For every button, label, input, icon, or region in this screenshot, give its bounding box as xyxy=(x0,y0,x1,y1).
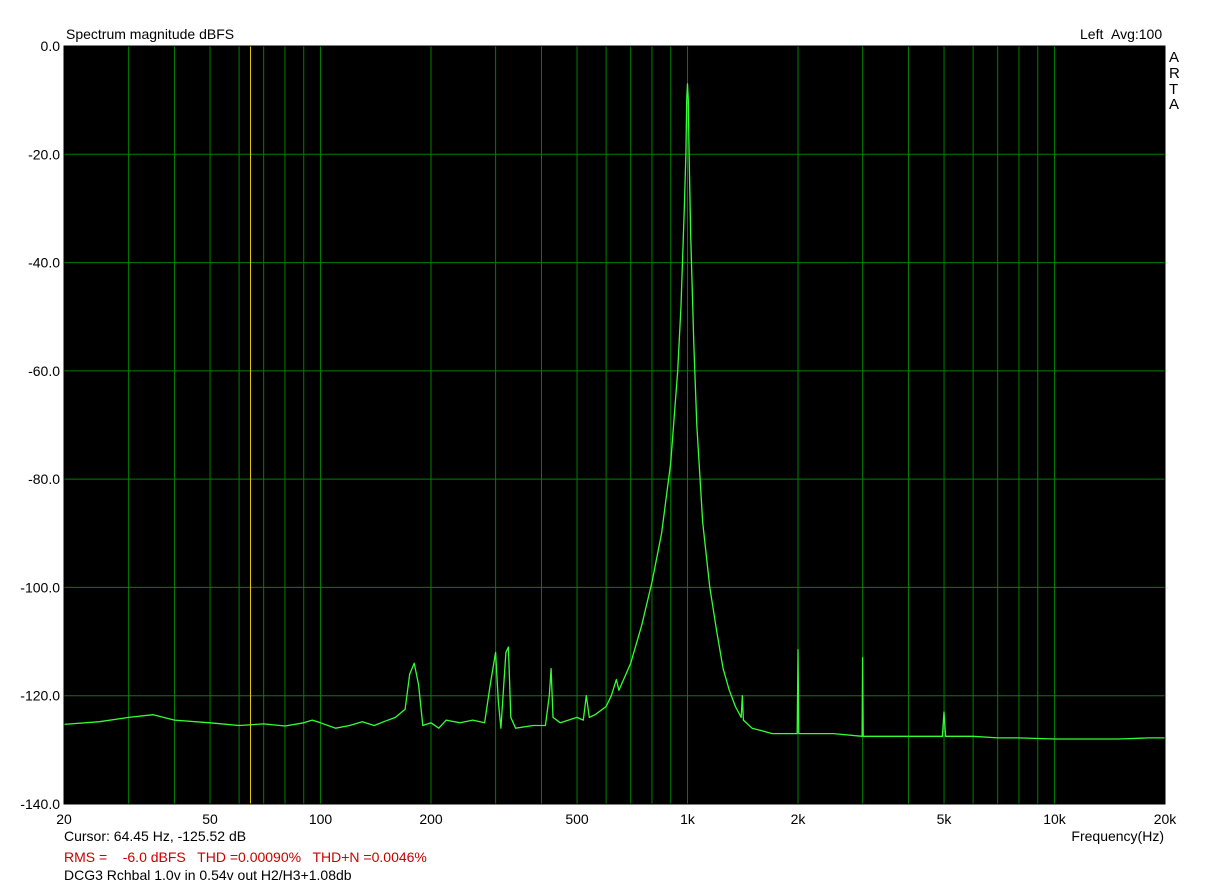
spectrum-chart: 0.0 -20.0 -40.0 -60.0 -80.0 -100.0 -120.0 -140.… xyxy=(0,0,1228,887)
x-tick-label: 20k xyxy=(1154,811,1178,827)
average-count-label: Avg:100 xyxy=(1111,26,1162,42)
plot-area[interactable] xyxy=(64,46,1165,804)
x-tick-label: 50 xyxy=(202,811,218,827)
x-tick-label: 500 xyxy=(565,811,589,827)
y-tick-label: -100.0 xyxy=(20,579,60,595)
x-axis-title: Frequency(Hz) xyxy=(1071,828,1164,844)
y-tick-label: -60.0 xyxy=(28,363,60,379)
y-tick-label: -80.0 xyxy=(28,471,60,487)
logo-letter: A xyxy=(1169,49,1179,66)
x-tick-label: 2k xyxy=(791,811,807,827)
y-tick-label: -120.0 xyxy=(20,688,60,704)
measurement-note: DCG3 Rchbal 1.0v in 0.54v out H2/H3+1.08… xyxy=(64,867,352,883)
chart-title: Spectrum magnitude dBFS xyxy=(66,26,234,42)
cursor-readout: Cursor: 64.45 Hz, -125.52 dB xyxy=(64,828,246,844)
logo-letter: A xyxy=(1169,96,1179,113)
x-tick-label: 20 xyxy=(56,811,72,827)
x-tick-label: 5k xyxy=(937,811,953,827)
y-tick-label: -40.0 xyxy=(28,255,60,271)
x-tick-label: 1k xyxy=(680,811,696,827)
x-tick-label: 100 xyxy=(309,811,333,827)
channel-label: Left xyxy=(1080,26,1103,42)
x-tick-label: 200 xyxy=(419,811,443,827)
arta-logo: A R T A xyxy=(1169,49,1180,113)
y-tick-label: -140.0 xyxy=(20,796,60,812)
x-tick-label: 10k xyxy=(1043,811,1067,827)
y-tick-label: 0.0 xyxy=(41,38,61,54)
measurement-stats: RMS = -6.0 dBFS THD =0.00090% THD+N =0.0… xyxy=(64,849,427,865)
logo-letter: R xyxy=(1169,65,1180,82)
y-tick-label: -20.0 xyxy=(28,146,60,162)
